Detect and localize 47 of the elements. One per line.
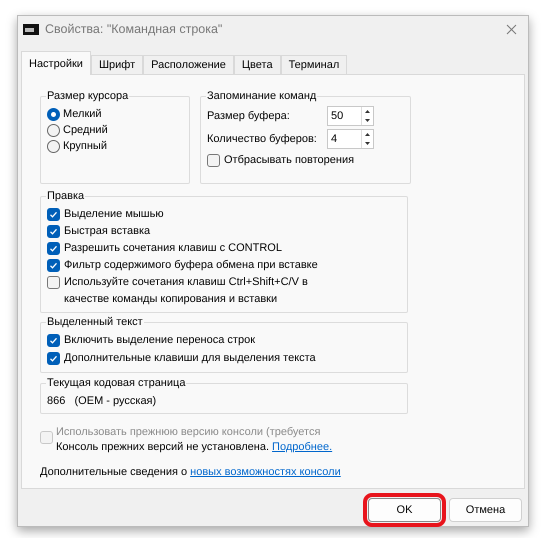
spin-box[interactable]: 4 bbox=[327, 129, 374, 149]
tab[interactable]: Шрифт bbox=[90, 55, 144, 74]
tab[interactable]: Терминал bbox=[280, 55, 348, 74]
checkbox[interactable] bbox=[47, 208, 60, 221]
radio-label: Крупный bbox=[63, 139, 107, 154]
group-title: Правка bbox=[46, 189, 86, 203]
checkbox[interactable] bbox=[47, 352, 60, 365]
checkbox[interactable] bbox=[47, 225, 60, 238]
group-title: Размер курсора bbox=[46, 89, 130, 103]
checkbox-label: Используйте сочетания клавиш Ctrl+Shift+C/V в качестве команды копирования и вставки bbox=[64, 275, 309, 307]
checkbox-label: Фильтр содержимого буфера обмена при вставке bbox=[64, 258, 318, 273]
radio-button[interactable] bbox=[47, 108, 60, 120]
checkbox-label: Дополнительные клавиши для выделения текста bbox=[64, 351, 316, 366]
checkbox[interactable] bbox=[47, 334, 60, 347]
checkbox[interactable] bbox=[47, 259, 60, 272]
group-title: Текущая кодовая страница bbox=[46, 376, 186, 390]
group-title: Выделенный текст bbox=[46, 315, 144, 329]
checkbox[interactable] bbox=[47, 242, 60, 255]
features-link[interactable]: новых возможностях консоли bbox=[190, 464, 341, 480]
checkbox[interactable] bbox=[47, 276, 60, 289]
field-label: Количество буферов: bbox=[207, 132, 318, 147]
field-label: Размер буфера: bbox=[207, 108, 291, 124]
radio-button[interactable] bbox=[47, 140, 60, 152]
spin-box[interactable]: 50 bbox=[327, 106, 374, 126]
number-field[interactable]: 4 bbox=[328, 130, 361, 148]
tab[interactable]: Настройки bbox=[21, 51, 91, 75]
tab[interactable]: Расположение bbox=[143, 55, 234, 74]
checkbox-label: Быстрая вставка bbox=[64, 224, 150, 239]
radio-label: Средний bbox=[63, 123, 108, 138]
code-page-value: 866 (OEM - русская) bbox=[47, 395, 156, 407]
close-icon[interactable] bbox=[506, 24, 517, 35]
window-title: Свойства: "Командная строка" bbox=[45, 21, 222, 38]
group-title: Запоминание команд bbox=[206, 89, 318, 103]
console-icon bbox=[23, 24, 39, 35]
checkbox-label: Использовать прежнюю версию консоли (требуется bbox=[56, 425, 322, 440]
checkbox[interactable] bbox=[207, 154, 220, 167]
info-text: Дополнительные сведения о bbox=[40, 465, 188, 480]
cancel-button[interactable]: Отмена bbox=[449, 498, 522, 522]
checkbox-label: Включить выделение переноса строк bbox=[64, 333, 256, 348]
note-text: Консоль прежних версий не установлена. bbox=[56, 440, 270, 455]
tab[interactable]: Цвета bbox=[234, 55, 281, 74]
radio-label: Мелкий bbox=[63, 107, 102, 122]
checkbox-label: Отбрасывать повторения bbox=[224, 153, 354, 168]
number-field[interactable]: 50 bbox=[328, 107, 361, 125]
checkbox-label: Разрешить сочетания клавиш с CONTROL bbox=[64, 241, 282, 256]
checkbox-label: Выделение мышью bbox=[64, 207, 164, 222]
radio-button[interactable] bbox=[47, 124, 60, 136]
